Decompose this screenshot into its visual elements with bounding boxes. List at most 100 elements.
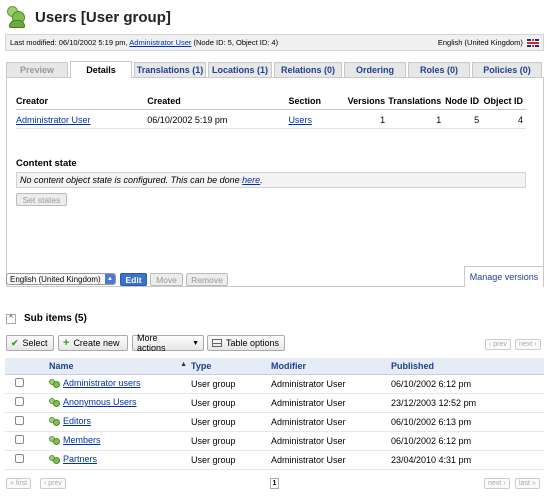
item-type: User group [189, 431, 269, 451]
item-type: User group [189, 374, 269, 394]
versions-value: 1 [346, 109, 389, 129]
tab-roles[interactable]: Roles (0) [408, 62, 470, 77]
row-checkbox[interactable] [15, 378, 24, 387]
more-actions-button[interactable]: More actions ▼ [132, 333, 204, 353]
item-published: 06/10/2002 6:12 pm [389, 374, 544, 394]
content-state-message: No content object state is configured. T… [16, 172, 526, 188]
select-all-column [5, 358, 47, 375]
plus-icon: + [63, 337, 70, 349]
content-state-title: Content state [16, 158, 77, 169]
row-checkbox[interactable] [15, 397, 24, 406]
item-modifier: Administrator User [269, 393, 389, 413]
item-link[interactable]: Editors [63, 416, 91, 426]
language-select[interactable]: English (United Kingdom) ▲ [6, 273, 116, 285]
row-checkbox[interactable] [15, 454, 24, 463]
pager-last[interactable]: last » [515, 478, 540, 489]
table-row: Administrator User 06/10/2002 5:19 pm Us… [16, 109, 526, 129]
creator-link[interactable]: Administrator User [16, 115, 91, 125]
tab-relations[interactable]: Relations (0) [274, 62, 342, 77]
item-published: 23/12/2003 12:52 pm [389, 393, 544, 413]
sub-items-title: Sub items (5) [24, 313, 87, 324]
create-new-button[interactable]: + Create new [58, 335, 128, 351]
pager-page-1[interactable]: 1 [270, 478, 279, 489]
select-button[interactable]: ✔ Select [6, 335, 54, 351]
col-section: Section [288, 92, 347, 110]
col-translations: Translations [388, 92, 445, 110]
user-group-icon [6, 6, 26, 28]
col-created: Created [147, 92, 289, 110]
table-options-button[interactable]: Table options [207, 335, 285, 351]
item-modifier: Administrator User [269, 431, 389, 451]
row-checkbox[interactable] [15, 435, 24, 444]
user-group-icon [49, 435, 61, 446]
edit-button[interactable]: Edit [120, 273, 147, 286]
pager-next-top[interactable]: next › [515, 339, 541, 350]
sub-items-header: ^ Sub items (5) [6, 313, 87, 324]
item-modifier: Administrator User [269, 450, 389, 470]
check-icon: ✔ [11, 337, 19, 348]
pager-prev[interactable]: ‹ prev [40, 478, 66, 489]
uk-flag-icon [527, 39, 539, 47]
item-type: User group [189, 412, 269, 432]
col-published[interactable]: Published [389, 358, 544, 375]
col-versions: Versions [346, 92, 389, 110]
item-published: 06/10/2002 6:12 pm [389, 431, 544, 451]
node-id-value: 5 [444, 109, 483, 129]
item-link[interactable]: Anonymous Users [63, 397, 137, 407]
select-arrows-icon: ▲ [105, 274, 115, 284]
item-link[interactable]: Members [63, 435, 101, 445]
user-group-icon [49, 378, 61, 389]
sub-items-table: Name ▲ Type Modifier Published Administra… [5, 358, 544, 470]
page-header: Users [User group] [6, 6, 171, 28]
table-row: Administrator users User group Administr… [5, 374, 544, 394]
set-states-button[interactable]: Set states [16, 193, 67, 206]
col-type[interactable]: Type [189, 358, 269, 375]
tab-bar: Preview Details Translations (1) Locatio… [6, 61, 544, 78]
manage-versions-button[interactable]: Manage versions [464, 266, 544, 287]
object-id-value: 4 [482, 109, 526, 129]
translations-value: 1 [388, 109, 445, 129]
last-modified-info: Last modified: 06/10/2002 5:19 pm, Admin… [10, 38, 279, 47]
item-type: User group [189, 450, 269, 470]
row-checkbox[interactable] [15, 416, 24, 425]
col-creator: Creator [16, 92, 148, 110]
chevron-down-icon: ▼ [192, 339, 199, 347]
last-modified-bar: Last modified: 06/10/2002 5:19 pm, Admin… [5, 34, 544, 51]
content-state-link[interactable]: here [242, 175, 260, 185]
pager-prev-top[interactable]: ‹ prev [485, 339, 511, 350]
item-type: User group [189, 393, 269, 413]
page-title: Users [User group] [35, 8, 171, 26]
item-modifier: Administrator User [269, 374, 389, 394]
col-modifier[interactable]: Modifier [269, 358, 389, 375]
table-row: Members User group Administrator User 06… [5, 431, 544, 451]
tab-policies[interactable]: Policies (0) [472, 62, 542, 77]
table-icon [212, 339, 222, 347]
tab-locations[interactable]: Locations (1) [208, 62, 272, 77]
tab-translations[interactable]: Translations (1) [134, 62, 206, 77]
pager-first[interactable]: « first [6, 478, 32, 489]
details-table: Creator Created Section Versions Transla… [16, 92, 526, 129]
move-button[interactable]: Move [150, 273, 183, 286]
item-link[interactable]: Partners [63, 454, 97, 464]
user-group-icon [49, 397, 61, 408]
table-row: Anonymous Users User group Administrator… [5, 393, 544, 413]
table-row: Partners User group Administrator User 2… [5, 450, 544, 470]
item-published: 23/04/2010 4:31 pm [389, 450, 544, 470]
pager-next[interactable]: next › [484, 478, 510, 489]
tab-details[interactable]: Details [70, 61, 132, 78]
section-link[interactable]: Users [288, 115, 312, 125]
tab-ordering[interactable]: Ordering [344, 62, 406, 77]
user-group-icon [49, 454, 61, 465]
table-row: Editors User group Administrator User 06… [5, 412, 544, 432]
tab-preview[interactable]: Preview [6, 62, 68, 77]
details-panel: Creator Created Section Versions Transla… [6, 77, 544, 287]
item-link[interactable]: Administrator users [63, 378, 141, 388]
modifier-link[interactable]: Administrator User [129, 38, 191, 47]
remove-button[interactable]: Remove [186, 273, 228, 286]
sort-asc-icon: ▲ [180, 360, 187, 368]
collapse-icon[interactable]: ^ [6, 313, 16, 324]
col-object-id: Object ID [482, 92, 526, 110]
item-published: 06/10/2002 6:13 pm [389, 412, 544, 432]
user-group-icon [49, 416, 61, 427]
col-name[interactable]: Name ▲ [47, 358, 189, 375]
